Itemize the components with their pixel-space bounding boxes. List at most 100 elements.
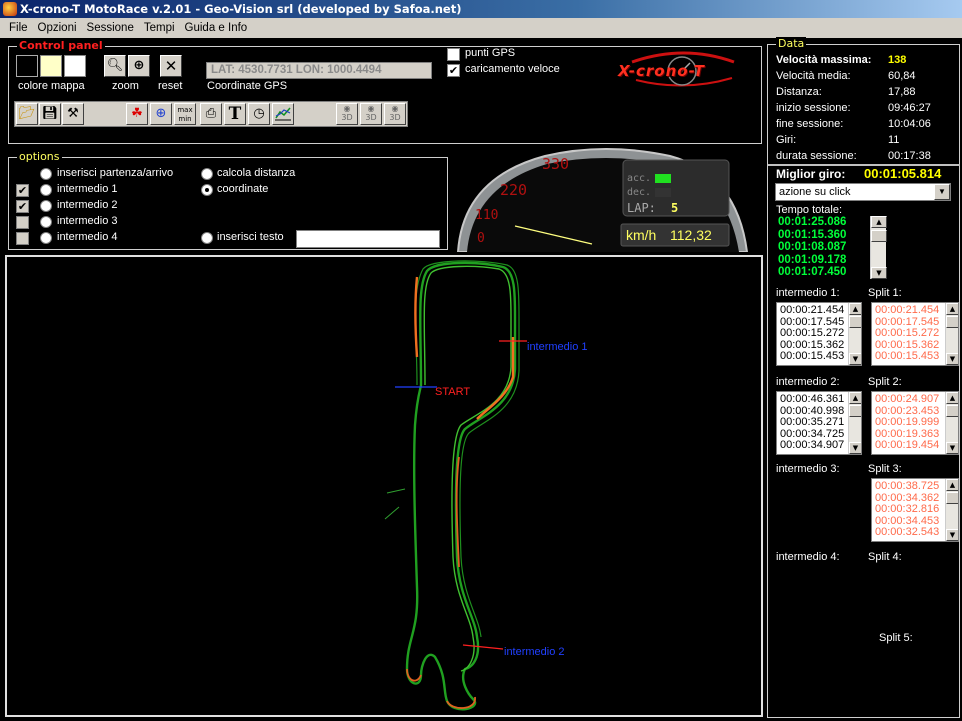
gps-coordinates-field: LAT: 4530.7731 LON: 1000.4494 (206, 62, 432, 79)
control-panel-title: Control panel (17, 39, 105, 52)
chart-button[interactable] (272, 103, 294, 125)
tools-icon: ⚒ (67, 106, 79, 121)
radio-coordinate[interactable] (201, 184, 213, 196)
print-button[interactable]: ⎙ (200, 103, 222, 125)
stopwatch-button[interactable]: ◷ (248, 103, 270, 125)
split-1-label: Split 1: (868, 287, 902, 299)
start-label: START (435, 386, 471, 398)
color-swatch-white[interactable] (64, 55, 86, 77)
gauge-label-220: 220 (500, 181, 528, 199)
azione-select[interactable]: azione su click ▼ (775, 183, 951, 201)
gauge-label-330: 330 (542, 155, 570, 173)
miglior-giro-label: Miglior giro: (776, 167, 846, 181)
speed-value: 112,32 (670, 227, 712, 243)
target-button[interactable]: ⊕ (150, 103, 172, 125)
intermedio-1-list[interactable]: 00:00:21.454 00:00:17.545 00:00:15.272 0… (776, 302, 862, 366)
options-title: options (17, 150, 62, 163)
menu-tempi[interactable]: Tempi (139, 22, 180, 34)
stopwatch-icon: ◷ (253, 106, 265, 121)
coordinate-label: coordinate (217, 183, 269, 195)
stat-value: 00:17:38 (888, 150, 931, 162)
option-label: inserisci partenza/arrivo (57, 167, 174, 179)
stat-value: 10:04:06 (888, 118, 931, 130)
scrollbar[interactable]: ▲ ▼ (848, 392, 861, 454)
radio-intermedio-4[interactable] (40, 232, 52, 244)
inserisci-testo-label: inserisci testo (217, 231, 284, 243)
color-swatch-black[interactable] (16, 55, 38, 77)
save-button[interactable]: 💾︎ (39, 103, 61, 125)
radio-calcola-distanza[interactable] (201, 168, 213, 180)
track-button[interactable]: ☘ (126, 103, 148, 125)
dec-label: dec. (627, 187, 652, 198)
split-4-label: Split 4: (868, 551, 902, 563)
menu-sessione[interactable]: Sessione (82, 22, 139, 34)
velocita-massima-value: 138 (888, 54, 907, 66)
window-titlebar: X-crono-T MotoRace v.2.01 - Geo-Vision s… (0, 0, 962, 18)
track-map-canvas (384, 260, 527, 711)
caricamento-veloce-label: caricamento veloce (465, 63, 560, 75)
tempo-totale-list[interactable]: 00:01:25.086 00:01:15.360 00:01:08.087 0… (778, 216, 846, 279)
view-3d-button-2[interactable]: ◉ 3D (360, 103, 382, 125)
speed-dashboard: 330 220 110 0 acc. dec. LAP: 5 km/h 112,… (455, 148, 749, 253)
x-crono-t-logo: X-crono-T (614, 50, 752, 90)
gauge-label-110: 110 (475, 208, 499, 223)
radio-partenza-arrivo[interactable] (40, 168, 52, 180)
testo-input[interactable] (296, 230, 440, 248)
stat-value: 09:46:27 (888, 102, 931, 114)
split-1-list[interactable]: 00:00:21.454 00:00:17.545 00:00:15.272 0… (871, 302, 959, 366)
split-5-label: Split 5: (879, 632, 913, 644)
checkbox-intermedio-2[interactable]: ✔ (16, 200, 29, 213)
open-button[interactable]: 📂︎ (16, 103, 38, 125)
view-3d-button-1[interactable]: ◉ 3D (336, 103, 358, 125)
caricamento-veloce-checkbox[interactable]: ✔ (447, 64, 460, 77)
tempo-totale-scrollbar[interactable]: ▲ ▼ (870, 216, 887, 279)
scrollbar[interactable]: ▲ ▼ (945, 479, 958, 541)
view-3d-button-3[interactable]: ◉ 3D (384, 103, 406, 125)
view-3d-icon: ◉ 3D (341, 104, 353, 122)
view-3d-icon: ◉ 3D (365, 104, 377, 122)
split-3-list[interactable]: 00:00:38.725 00:00:34.362 00:00:32.816 0… (871, 478, 959, 542)
reset-button[interactable]: ✕ (160, 55, 182, 77)
split-3-label: Split 3: (868, 463, 902, 475)
radio-intermedio-3[interactable] (40, 216, 52, 228)
scrollbar[interactable]: ▲ ▼ (945, 392, 958, 454)
zoom-out-button[interactable]: 🔍︎ (104, 55, 126, 77)
menu-opzioni[interactable]: Opzioni (33, 22, 82, 34)
option-label: intermedio 2 (57, 199, 118, 211)
stat-value: 11 (888, 134, 900, 146)
radio-intermedio-2[interactable] (40, 200, 52, 212)
reset-label: reset (158, 80, 183, 92)
scrollbar[interactable]: ▲ ▼ (945, 303, 958, 365)
stat-value: 17,88 (888, 86, 916, 98)
max-min-button[interactable]: max min (174, 103, 196, 125)
menu-file[interactable]: File (4, 22, 33, 34)
punti-gps-checkbox[interactable] (447, 48, 460, 61)
window-title: X-crono-T MotoRace v.2.01 - Geo-Vision s… (20, 2, 462, 16)
zoom-out-icon: 🔍︎ (106, 58, 124, 73)
zoom-in-button[interactable]: ⊕ (128, 55, 150, 77)
chart-icon (275, 107, 291, 121)
radio-intermedio-1[interactable] (40, 184, 52, 196)
scrollbar[interactable]: ▲ ▼ (848, 303, 861, 365)
stat-label: Velocità media: (776, 70, 851, 82)
stat-label: Giri: (776, 134, 797, 146)
checkbox-intermedio-3[interactable] (16, 216, 29, 229)
menu-guida[interactable]: Guida e Info (180, 22, 253, 34)
checkbox-intermedio-1[interactable]: ✔ (16, 184, 29, 197)
intermedio-4-label: intermedio 4: (776, 551, 840, 563)
intermedio-2-map-label: intermedio 2 (504, 646, 565, 658)
intermedio-1-label: intermedio 1: (776, 287, 840, 299)
data-title: Data (776, 37, 807, 50)
track-map[interactable]: START intermedio 1 intermedio 2 (5, 255, 763, 717)
intermedio-2-list[interactable]: 00:00:46.361 00:00:40.998 00:00:35.271 0… (776, 391, 862, 455)
radio-inserisci-testo[interactable] (201, 232, 213, 244)
split-2-list[interactable]: 00:00:24.907 00:00:23.453 00:00:19.999 0… (871, 391, 959, 455)
checkbox-intermedio-4[interactable] (16, 232, 29, 245)
tools-button[interactable]: ⚒ (62, 103, 84, 125)
color-swatch-yellow[interactable] (40, 55, 62, 77)
chevron-down-icon[interactable]: ▼ (934, 184, 950, 200)
stat-label: inizio sessione: (776, 102, 851, 114)
view-3d-icon: ◉ 3D (389, 104, 401, 122)
text-icon: T (228, 104, 242, 124)
text-button[interactable]: T (224, 103, 246, 125)
